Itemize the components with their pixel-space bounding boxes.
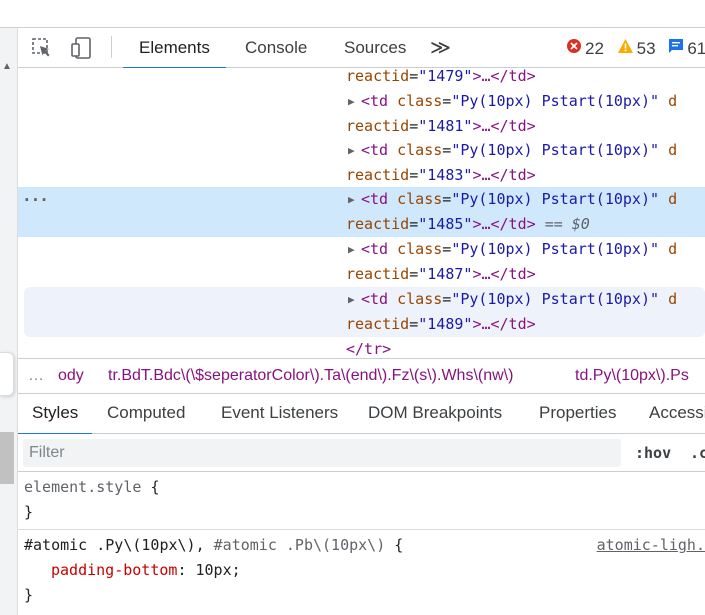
scrollbar-thumb[interactable] — [0, 432, 14, 484]
tab-sources[interactable]: Sources — [328, 28, 422, 68]
error-icon — [566, 29, 582, 69]
rule-atomic-padding[interactable]: #atomic .Py\(10px\), #atomic .Pb\(10px\)… — [18, 530, 705, 615]
device-toolbar-icon[interactable] — [70, 36, 94, 60]
inspect-element-icon[interactable] — [30, 36, 54, 60]
scroll-up-icon[interactable]: ▲ — [0, 60, 14, 74]
selected-node-marker: == $0 — [544, 215, 590, 233]
warning-icon — [617, 29, 634, 69]
tab-console[interactable]: Console — [229, 28, 323, 68]
rule-selector: #atomic .Py\(10px\), — [24, 536, 214, 554]
dom-node-td[interactable]: ▶ <td class="Py(10px) Pstart(10px)" d re… — [18, 237, 705, 287]
dom-node-td[interactable]: ▶ <td class="Py(10px) Pstart(10px)" d re… — [18, 138, 705, 188]
side-panel-edge — [0, 352, 14, 396]
expand-triangle-icon[interactable]: ▶ — [348, 287, 360, 312]
rule-source-link[interactable]: atomic-ligh. — [597, 533, 705, 558]
dom-line-partial: reactid="1479">…</td> — [346, 68, 536, 85]
dom-tree[interactable]: reactid="1479">…</td> ▶ <td class="Py(10… — [18, 68, 705, 358]
css-property: padding-bottom — [51, 561, 178, 579]
expand-triangle-icon[interactable]: ▶ — [348, 237, 360, 262]
css-value: 10px — [195, 561, 232, 579]
message-icon — [668, 29, 684, 69]
tab-accessibility[interactable]: Accessi — [649, 394, 705, 434]
error-count: 22 — [585, 38, 604, 58]
expand-triangle-icon[interactable]: ▶ — [348, 89, 360, 114]
css-declaration[interactable]: padding-bottom: 10px; — [51, 558, 241, 583]
devtools-toolbar: Elements Console Sources ≫ 22 53 61 — [18, 28, 705, 69]
dom-closing-tr[interactable]: </tr> — [18, 337, 705, 358]
breadcrumb-item-current[interactable]: td.Py\(10px\).Ps — [575, 359, 689, 393]
left-scroll-gutter[interactable]: ▲ — [0, 28, 18, 615]
styles-pane-tabs: Styles Computed Event Listeners DOM Brea… — [17, 394, 705, 435]
tab-elements[interactable]: Elements — [123, 28, 226, 69]
class-toggle[interactable]: .c — [690, 439, 705, 467]
styles-filter-bar: :hov .c — [18, 434, 705, 472]
tab-dom-breakpoints[interactable]: DOM Breakpoints — [368, 394, 502, 434]
breadcrumb-item[interactable]: tr.BdT.Bdc\(\$seperatorColor\).Ta\(end\)… — [108, 359, 513, 393]
tab-styles[interactable]: Styles — [17, 394, 93, 435]
dom-node-td-hovered[interactable]: ▶ <td class="Py(10px) Pstart(10px)" d re… — [24, 287, 705, 337]
tab-properties[interactable]: Properties — [539, 394, 616, 434]
breadcrumb-ellipsis[interactable]: … — [28, 359, 44, 393]
node-actions-icon[interactable]: ··· — [22, 187, 49, 212]
browser-top-strip — [0, 0, 705, 28]
toolbar-divider — [111, 36, 112, 58]
filter-input[interactable] — [23, 439, 621, 467]
tab-event-listeners[interactable]: Event Listeners — [221, 394, 338, 434]
more-tabs-button[interactable]: ≫ — [430, 28, 451, 68]
rule-selector-secondary: #atomic .Pb\(10px\) — [213, 536, 386, 554]
message-count: 61 — [687, 38, 705, 58]
hover-state-toggle[interactable]: :hov — [635, 439, 671, 467]
tab-computed[interactable]: Computed — [107, 394, 185, 434]
issue-counters[interactable]: 22 53 61 — [566, 28, 705, 68]
rule-element-style[interactable]: element.style { } — [18, 472, 705, 530]
expand-triangle-icon[interactable]: ▶ — [348, 138, 360, 163]
warning-count: 53 — [636, 38, 656, 58]
breadcrumb: … ody tr.BdT.Bdc\(\$seperatorColor\).Ta\… — [18, 358, 705, 394]
dom-node-td[interactable]: ▶ <td class="Py(10px) Pstart(10px)" d re… — [18, 89, 705, 139]
style-rules: element.style { } #atomic .Py\(10px\), #… — [18, 472, 705, 615]
expand-triangle-icon[interactable]: ▶ — [348, 187, 360, 212]
breadcrumb-item[interactable]: ody — [58, 359, 84, 393]
rule-selector: element.style — [24, 478, 142, 496]
dom-node-td-selected[interactable]: ··· ▶ <td class="Py(10px) Pstart(10px)" … — [18, 187, 705, 237]
